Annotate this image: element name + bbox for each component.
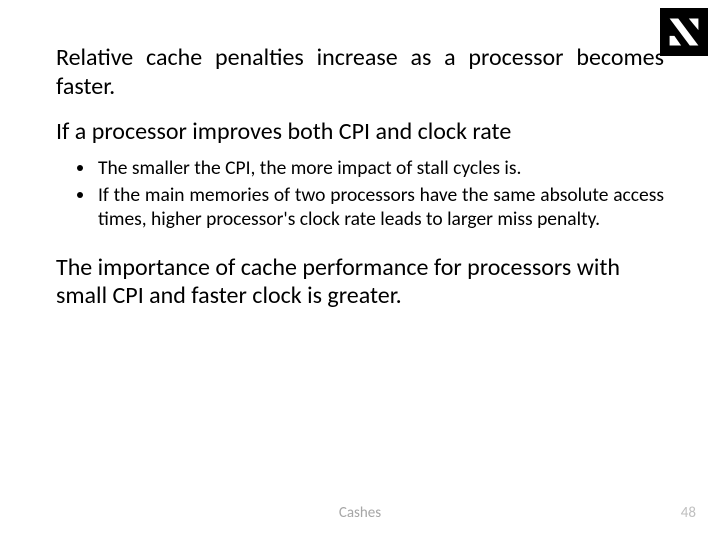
- footer-page-number: 48: [681, 504, 696, 522]
- slide: Relative cache penalties increase as a p…: [0, 0, 720, 540]
- paragraph-intro: Relative cache penalties increase as a p…: [56, 44, 664, 102]
- list-item: The smaller the CPI, the more impact of …: [96, 156, 664, 180]
- institution-logo-icon: [660, 8, 708, 56]
- bullet-list: The smaller the CPI, the more impact of …: [56, 156, 664, 231]
- list-item: If the main memories of two processors h…: [96, 183, 664, 232]
- footer-title: Cashes: [0, 504, 720, 522]
- paragraph-condition: If a processor improves both CPI and clo…: [56, 118, 664, 147]
- paragraph-conclusion: The importance of cache performance for …: [56, 254, 664, 312]
